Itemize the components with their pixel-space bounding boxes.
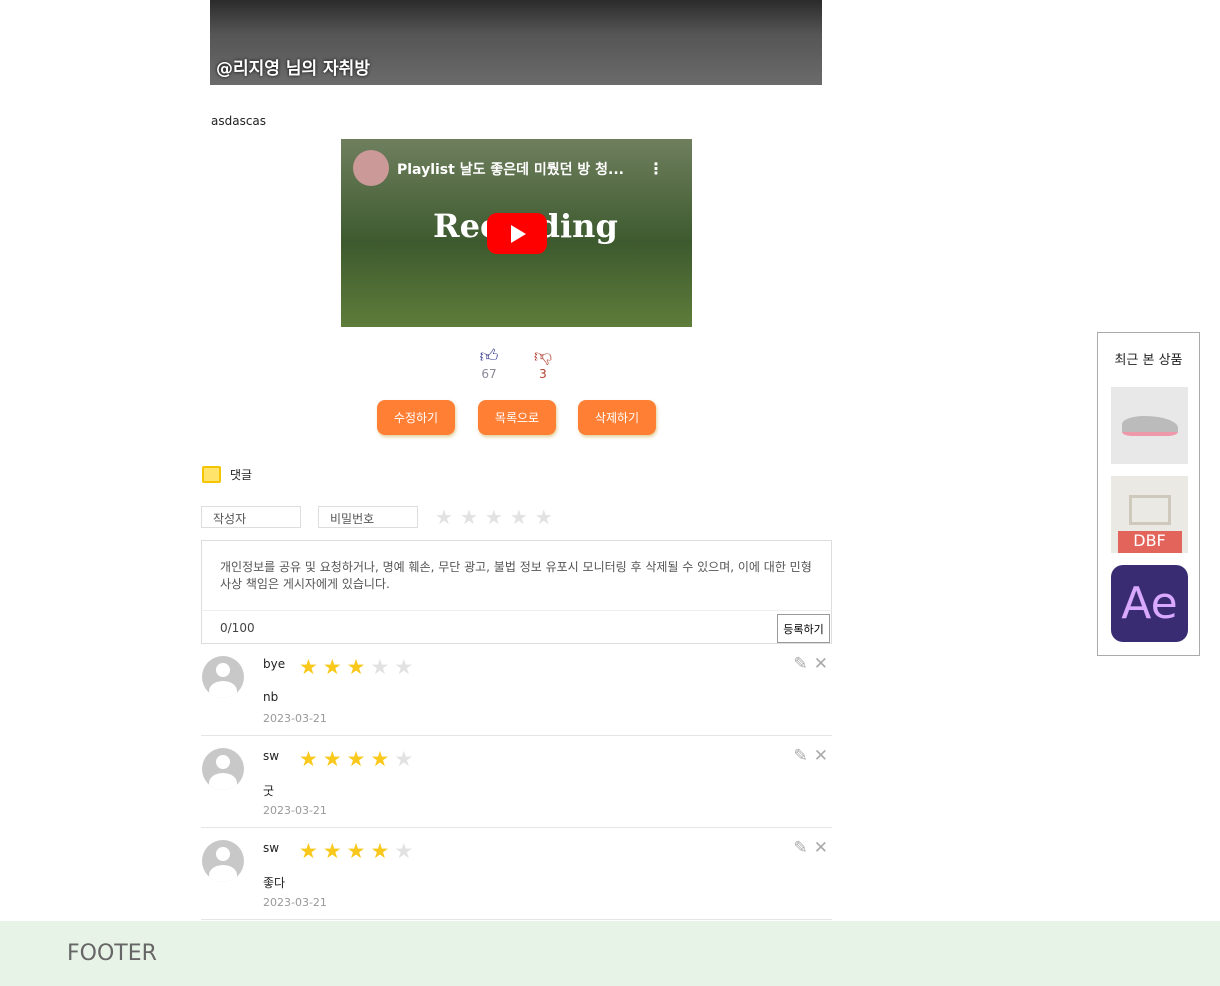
recent-item-sneaker[interactable]: [1111, 387, 1188, 464]
comment-text: 좋다: [263, 876, 286, 890]
star-icon: ★: [346, 839, 366, 863]
star-icon: ★: [394, 839, 414, 863]
star-icon: ★: [299, 747, 318, 771]
star-icon: ★: [370, 839, 390, 863]
thumbs-up-icon: 👍︎: [479, 346, 499, 367]
comment-rating: ★ ★ ★ ★ ★: [299, 839, 413, 863]
post-body: asdascas: [211, 114, 267, 128]
avatar: [202, 840, 244, 882]
avatar: [202, 656, 244, 698]
star-icon: ★: [346, 655, 366, 679]
file-icon: [1128, 495, 1171, 525]
comment-heading: 댓글: [202, 466, 252, 483]
star-icon: ★: [370, 747, 390, 771]
thumbs-down-icon: 👎︎: [533, 346, 553, 367]
comment-author: sw: [263, 841, 280, 855]
comment-rating: ★ ★ ★ ★ ★: [299, 747, 413, 771]
ae-logo: Ae: [1121, 578, 1178, 629]
comment-item: bye ★ ★ ★ ★ ★ nb 2023-03-21 ✎ ✕: [201, 644, 832, 736]
list-button[interactable]: 목록으로: [478, 400, 556, 435]
post-image: @리지영 님의 자취방: [210, 0, 822, 85]
dislike-count: 3: [539, 367, 547, 381]
comment-item: sw ★ ★ ★ ★ ★ 좋다 2023-03-21 ✎ ✕: [201, 828, 832, 920]
like-count: 67: [481, 367, 497, 381]
delete-button[interactable]: 삭제하기: [578, 400, 656, 435]
star-icon[interactable]: ★: [535, 505, 553, 529]
recent-title: 최근 본 상품: [1114, 353, 1183, 368]
star-icon: ★: [394, 747, 414, 771]
comment-author: bye: [263, 657, 286, 671]
pencil-icon[interactable]: ✎: [794, 838, 808, 858]
comment-item: sw ★ ★ ★ ★ ★ 굿 2023-03-21 ✎ ✕: [201, 736, 832, 828]
like-button[interactable]: 👍︎ 67: [474, 345, 504, 381]
recent-item-dbf[interactable]: DBF: [1111, 476, 1188, 553]
youtube-play-icon[interactable]: [487, 213, 547, 254]
recent-item-ae[interactable]: Ae: [1111, 565, 1188, 642]
star-icon: ★: [370, 655, 390, 679]
video-title[interactable]: Playlist 날도 좋은데 미뤘던 방 청...: [397, 159, 624, 179]
star-icon: ★: [394, 655, 414, 679]
comment-text: nb: [263, 690, 279, 704]
dbf-label: DBF: [1117, 531, 1182, 553]
star-icon[interactable]: ★: [485, 505, 503, 529]
close-icon[interactable]: ✕: [814, 838, 828, 858]
footer: FOOTER: [0, 921, 1220, 986]
image-caption: @리지영 님의 자취방: [216, 59, 370, 79]
more-icon[interactable]: ⋮: [648, 159, 664, 178]
pencil-icon[interactable]: ✎: [794, 746, 808, 766]
channel-avatar: [353, 150, 389, 186]
comment-text: 굿: [263, 784, 275, 798]
comment-date: 2023-03-21: [263, 804, 327, 817]
star-icon[interactable]: ★: [510, 505, 528, 529]
comment-textarea[interactable]: 개인정보를 공유 및 요청하거나, 명예 훼손, 무단 광고, 불법 정보 유포…: [201, 540, 832, 611]
author-input[interactable]: 작성자: [201, 506, 301, 528]
star-icon: ★: [346, 747, 366, 771]
star-icon: ★: [322, 655, 342, 679]
comment-date: 2023-03-21: [263, 896, 327, 909]
star-icon: ★: [299, 839, 318, 863]
edit-button[interactable]: 수정하기: [377, 400, 455, 435]
recent-products-panel: 최근 본 상품 DBF Ae: [1097, 332, 1200, 656]
char-counter: 0/100: [201, 610, 832, 644]
close-icon[interactable]: ✕: [814, 746, 828, 766]
sneaker-image: [1121, 415, 1178, 436]
star-icon: ★: [299, 655, 318, 679]
submit-comment-button[interactable]: 등록하기: [777, 614, 830, 643]
comment-icon: [202, 466, 221, 483]
password-input[interactable]: 비밀번호: [318, 506, 418, 528]
comment-rating: ★ ★ ★ ★ ★: [299, 655, 413, 679]
pencil-icon[interactable]: ✎: [794, 654, 808, 674]
youtube-embed[interactable]: Playlist 날도 좋은데 미뤘던 방 청... ⋮ Recording: [341, 139, 692, 327]
avatar: [202, 748, 244, 790]
rating-input[interactable]: ★ ★ ★ ★ ★: [435, 505, 553, 529]
star-icon: ★: [322, 839, 342, 863]
star-icon[interactable]: ★: [460, 505, 478, 529]
comment-date: 2023-03-21: [263, 712, 327, 725]
comment-author: sw: [263, 749, 280, 763]
comment-heading-label: 댓글: [230, 468, 253, 482]
star-icon: ★: [322, 747, 342, 771]
close-icon[interactable]: ✕: [814, 654, 828, 674]
star-icon[interactable]: ★: [435, 505, 453, 529]
dislike-button[interactable]: 👎︎ 3: [528, 345, 558, 381]
